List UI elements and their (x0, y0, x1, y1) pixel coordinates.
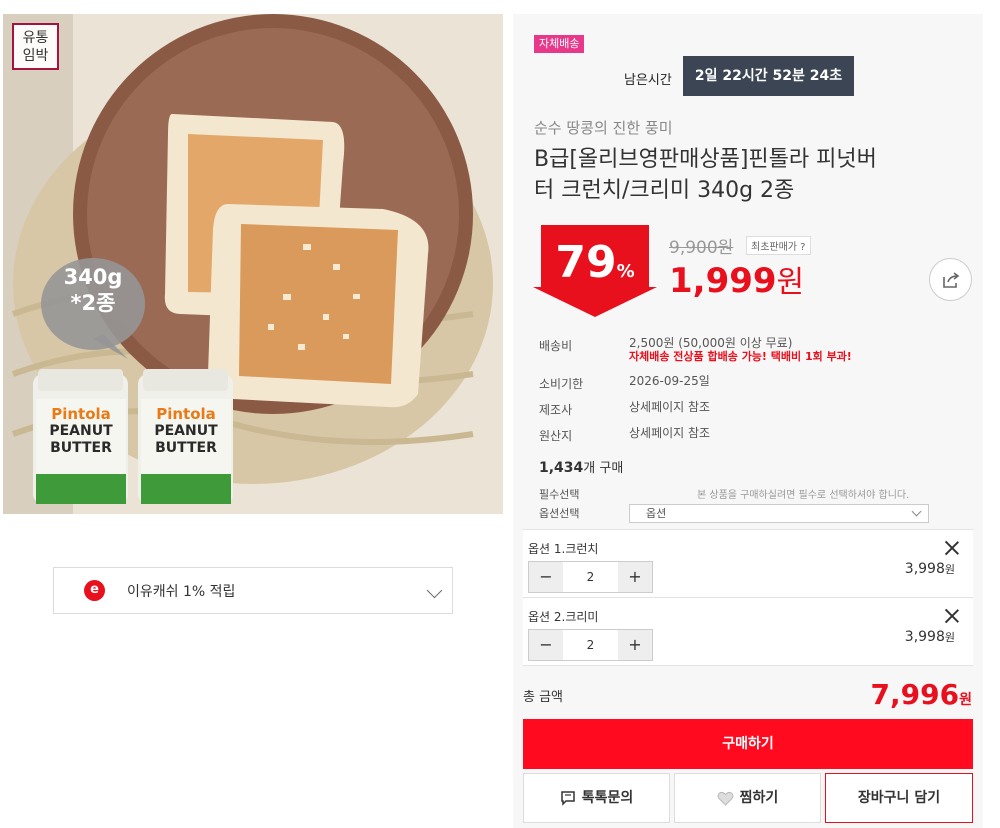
expiry-badge: 유통 임박 (12, 23, 59, 70)
shipping-badge: 자체배송 (534, 35, 585, 53)
jar-brand: Pintola (156, 405, 216, 423)
option-item-price: 3,998원 (905, 561, 955, 577)
product-title-line2: 터 크런치/크리미 340g 2종 (534, 178, 795, 203)
wishlist-label: 찜하기 (739, 790, 779, 806)
chevron-down-icon (911, 506, 922, 517)
origin-label: 원산지 (539, 429, 573, 443)
option-item: 옵션 2.크리미 − 2 + 3,998원 (523, 597, 973, 665)
product-subtitle: 순수 땅콩의 진한 풍미 (534, 119, 673, 137)
required-select-label: 필수선택 (539, 488, 580, 501)
product-title: B급[올리브영판매상품]핀톨라 피넛버 터 크런치/크리미 340g 2종 (534, 144, 959, 206)
add-to-cart-button[interactable]: 장바구니 담기 (825, 773, 973, 823)
share-button[interactable] (929, 258, 972, 301)
size-bubble-line2: *2종 (70, 291, 116, 315)
jar-line1: PEANUT (154, 423, 218, 439)
quantity-stepper: − 2 + (528, 561, 653, 593)
expiry-badge-line2: 임박 (22, 48, 49, 64)
buy-button[interactable]: 구매하기 (523, 719, 973, 769)
jar-brand: Pintola (51, 405, 111, 423)
option-select[interactable]: 옵션 (629, 504, 929, 523)
increase-button[interactable]: + (618, 562, 652, 592)
original-price: 9,900원 (669, 238, 734, 258)
discount-unit: % (616, 261, 635, 282)
option-item-name: 옵션 2.크리미 (528, 610, 599, 624)
product-image: 유통 임박 340g *2종 Pintola PEANUT BUTTER Pin… (3, 14, 503, 514)
inquiry-label: 톡톡문의 (581, 790, 634, 806)
countdown-timer: 2일 22시간 52분 24초 (683, 56, 854, 96)
close-icon[interactable] (945, 609, 959, 623)
close-icon[interactable] (945, 541, 959, 555)
heart-icon (717, 791, 734, 806)
divider (523, 665, 973, 666)
chevron-down-icon (426, 582, 443, 599)
option-price-value: 3,998 (904, 629, 945, 645)
jar-line2: BUTTER (155, 440, 217, 456)
size-bubble: 340g *2종 (51, 264, 135, 316)
wishlist-button[interactable]: 찜하기 (674, 773, 821, 823)
option-item-price: 3,998원 (905, 629, 955, 645)
cashback-label: 이유캐쉬 1% 적립 (127, 583, 236, 600)
jar-label-crunchy: Pintola PEANUT BUTTER (36, 406, 126, 457)
manufacturer-label: 제조사 (539, 403, 573, 417)
expiry-badge-line1: 유통 (22, 30, 49, 46)
quantity-input[interactable]: 2 (563, 562, 618, 592)
option-item: 옵션 1.크런치 − 2 + 3,998원 (523, 529, 973, 597)
sale-price-value: 1,999 (669, 261, 777, 301)
purchase-count-suffix: 개 구매 (583, 461, 624, 476)
total-price-value: 7,996 (870, 678, 960, 711)
discount-rate: 79% (533, 239, 657, 296)
purchase-count: 1,434개 구매 (539, 457, 623, 476)
jar-line2: BUTTER (50, 440, 112, 456)
lowest-price-tooltip[interactable]: 최초판매가 ? (746, 236, 811, 255)
discount-value: 79 (555, 237, 617, 288)
purchase-count-value: 1,434 (539, 460, 584, 476)
shipping-fee-label: 배송비 (539, 339, 573, 353)
discount-badge: 79% (533, 225, 657, 317)
sale-price-unit: 원 (776, 265, 805, 300)
total-label: 총 금액 (523, 690, 564, 705)
product-info-panel: 자체배송 남은시간 2일 22시간 52분 24초 순수 땅콩의 진한 풍미 B… (513, 14, 983, 828)
jar-label-creamy: Pintola PEANUT BUTTER (141, 406, 231, 457)
option-select-label: 옵션선택 (539, 507, 580, 520)
option-select-value: 옵션 (646, 507, 667, 520)
origin-value: 상세페이지 참조 (629, 426, 711, 440)
option-price-unit: 원 (944, 563, 955, 576)
option-item-name: 옵션 1.크런치 (528, 542, 599, 556)
total-price-unit: 원 (959, 692, 972, 708)
increase-button[interactable]: + (618, 630, 652, 660)
option-price-unit: 원 (944, 631, 955, 644)
inquiry-button[interactable]: 톡톡문의 (523, 773, 670, 823)
e-icon: e (84, 580, 105, 601)
manufacturer-value: 상세페이지 참조 (629, 400, 711, 414)
share-icon (943, 272, 960, 288)
expiry-value: 2026-09-25일 (629, 374, 710, 388)
timer-label: 남은시간 (624, 73, 672, 88)
total-price: 7,996원 (871, 678, 972, 711)
jar-line1: PEANUT (49, 423, 113, 439)
decrease-button[interactable]: − (529, 562, 563, 592)
sale-price: 1,999원 (669, 261, 804, 303)
quantity-input[interactable]: 2 (563, 630, 618, 660)
size-bubble-line1: 340g (63, 265, 123, 289)
cashback-dropdown[interactable]: e 이유캐쉬 1% 적립 (53, 567, 453, 614)
chat-icon (560, 791, 575, 806)
option-price-value: 3,998 (904, 561, 945, 577)
expiry-label: 소비기한 (539, 377, 584, 391)
option-notice: 본 상품을 구매하실려면 필수로 선택하셔야 합니다. (697, 490, 910, 501)
quantity-stepper: − 2 + (528, 629, 653, 661)
product-title-line1: B급[올리브영판매상품]핀톨라 피넛버 (534, 147, 877, 172)
shipping-note: 자체배송 전상품 합배송 가능! 택배비 1회 부과! (629, 350, 852, 363)
decrease-button[interactable]: − (529, 630, 563, 660)
